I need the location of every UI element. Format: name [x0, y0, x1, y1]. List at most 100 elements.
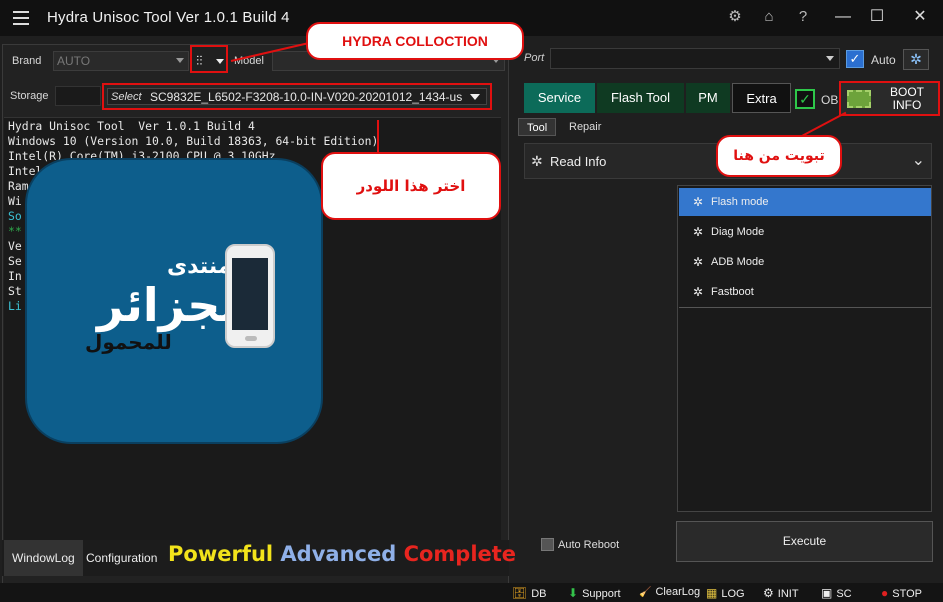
- chip-icon: [847, 90, 871, 108]
- log-label: LOG: [721, 588, 745, 600]
- hydra-collection-callout: HYDRA COLLOCTION: [306, 22, 524, 60]
- support-button[interactable]: ⬇ Support: [568, 586, 621, 600]
- mode-fastboot[interactable]: ✲ Fastboot: [679, 278, 931, 306]
- checkbox-box: [541, 538, 554, 551]
- storage-label: Storage: [10, 90, 49, 102]
- stop-icon: ●: [881, 586, 889, 600]
- brand-label: Brand: [12, 55, 42, 67]
- port-select[interactable]: [550, 48, 840, 69]
- clearlog-label: ClearLog: [655, 586, 701, 598]
- logo-text-line1: منتدى: [167, 254, 232, 279]
- right-panel: Port ✓ Auto ✲ Service Flash Tool PM Extr…: [517, 44, 941, 577]
- gear-icon: ✲: [693, 195, 704, 209]
- slogan-word-3: Complete: [403, 542, 517, 566]
- home-icon[interactable]: ⌂: [758, 6, 780, 28]
- loader-select-highlight[interactable]: Select SC9832E_L6502-F3208-10.0-IN-V020-…: [102, 83, 492, 110]
- tab-configuration[interactable]: Configuration: [78, 540, 165, 576]
- gear-icon: ✲: [910, 51, 922, 67]
- chevron-down-icon: [826, 56, 834, 61]
- boot-callout: تبويت من هنا: [716, 135, 842, 177]
- log-button[interactable]: ▦ LOG: [706, 586, 745, 600]
- port-settings-button[interactable]: ✲: [903, 49, 929, 70]
- stop-label: STOP: [892, 588, 923, 600]
- mode-list: ✲ Flash mode ✲ Diag Mode ✲ ADB Mode ✲ Fastbo…: [677, 185, 932, 512]
- app-title: Hydra Unisoc Tool Ver 1.0.1 Build 4: [47, 9, 290, 26]
- log-icon: ▦: [706, 586, 718, 600]
- callout-arrow: [377, 120, 379, 156]
- app-window: Hydra Unisoc Tool Ver 1.0.1 Build 4 ⚙ ⌂ …: [0, 0, 943, 602]
- storage-select[interactable]: [55, 86, 101, 106]
- tab-pm[interactable]: PM: [686, 83, 730, 113]
- select-tag: Select: [111, 91, 142, 103]
- maximize-button[interactable]: ☐: [863, 6, 891, 28]
- subtab-tool[interactable]: Tool: [518, 118, 557, 136]
- hydra-collection-button[interactable]: ⫶⫶: [190, 45, 228, 73]
- menu-icon[interactable]: [13, 11, 29, 25]
- auto-reboot-label: Auto Reboot: [558, 539, 620, 551]
- tab-flash-tool[interactable]: Flash Tool: [597, 83, 684, 113]
- minimize-button[interactable]: —: [829, 6, 857, 28]
- screenshot-label: SC: [836, 588, 852, 600]
- filter-icon: ⫶⫶: [196, 53, 203, 68]
- mode-label: Diag Mode: [711, 226, 765, 238]
- tab-service[interactable]: Service: [524, 83, 595, 113]
- init-button[interactable]: ⚙ INIT: [763, 586, 799, 600]
- mode-label: ADB Mode: [711, 256, 765, 268]
- chevron-down-icon: [470, 94, 480, 100]
- execute-button[interactable]: Execute: [676, 521, 933, 562]
- db-button[interactable]: 🗄 DB: [512, 586, 547, 600]
- loader-callout: اختر هذا اللودر: [321, 152, 501, 220]
- screenshot-icon: ▣: [821, 586, 833, 600]
- init-label: INIT: [777, 588, 799, 600]
- tab-windowlog[interactable]: WindowLog: [4, 540, 83, 576]
- forum-logo: منتدى الجزائر للمحمول: [27, 160, 321, 442]
- brand-value: AUTO: [57, 54, 91, 68]
- loader-value: SC9832E_L6502-F3208-10.0-IN-V020-2020101…: [150, 90, 463, 104]
- mode-label: Flash mode: [711, 196, 769, 208]
- port-label: Port: [524, 52, 545, 64]
- support-label: Support: [582, 588, 621, 600]
- auto-label: Auto: [871, 53, 896, 67]
- init-icon: ⚙: [763, 586, 774, 600]
- mode-adb[interactable]: ✲ ADB Mode: [679, 248, 931, 276]
- ob-label: OB: [821, 93, 839, 107]
- screenshot-button[interactable]: ▣ SC: [821, 586, 852, 600]
- divider: [679, 307, 931, 308]
- clearlog-button[interactable]: 🧹 ClearLog: [639, 586, 700, 598]
- close-button[interactable]: ✕: [906, 6, 934, 28]
- auto-checkbox[interactable]: ✓: [846, 50, 864, 68]
- log-line: Hydra Unisoc Tool Ver 1.0.1 Build 4: [8, 119, 255, 133]
- subtab-repair[interactable]: Repair: [561, 118, 609, 136]
- stop-button[interactable]: ● STOP: [881, 586, 922, 600]
- help-icon[interactable]: ?: [792, 6, 814, 28]
- chevron-down-icon: [216, 59, 224, 64]
- chevron-down-icon: [176, 58, 184, 63]
- loader-select[interactable]: Select SC9832E_L6502-F3208-10.0-IN-V020-…: [107, 88, 487, 105]
- boot-info-button[interactable]: BOOT INFO: [839, 81, 940, 116]
- section-title: Read Info: [550, 154, 607, 169]
- phone-icon: [225, 244, 275, 348]
- slogan-word-2: Advanced: [280, 542, 404, 566]
- tab-extra[interactable]: Extra: [732, 83, 791, 113]
- gear-icon: ✲: [693, 255, 704, 269]
- chevron-down-icon: ⌄: [911, 152, 925, 169]
- db-label: DB: [531, 588, 547, 600]
- gear-icon[interactable]: ⚙: [724, 6, 746, 28]
- gear-icon: ✲: [693, 225, 704, 239]
- db-icon: 🗄: [512, 586, 528, 600]
- mode-label: Fastboot: [711, 286, 754, 298]
- support-icon: ⬇: [568, 586, 579, 600]
- boot-info-label: BOOT INFO: [889, 85, 924, 112]
- logo-text-line3: للمحمول: [85, 330, 172, 354]
- auto-reboot-checkbox[interactable]: Auto Reboot: [541, 538, 619, 551]
- status-bar: 🗄 DB ⬇ Support 🧹 ClearLog ▦ LOG ⚙ INIT ▣ SC ● S…: [0, 583, 943, 602]
- brand-select[interactable]: AUTO: [53, 51, 189, 71]
- gear-icon: ✲: [693, 285, 704, 299]
- slogan: Powerful Advanced Complete: [168, 542, 516, 566]
- clearlog-icon: 🧹: [639, 587, 652, 598]
- slogan-word-1: Powerful: [168, 542, 281, 566]
- mode-diag[interactable]: ✲ Diag Mode: [679, 218, 931, 246]
- ob-checkbox[interactable]: ✓: [795, 89, 815, 109]
- mode-flash[interactable]: ✲ Flash mode: [679, 188, 931, 216]
- gear-icon: ✲: [531, 153, 543, 169]
